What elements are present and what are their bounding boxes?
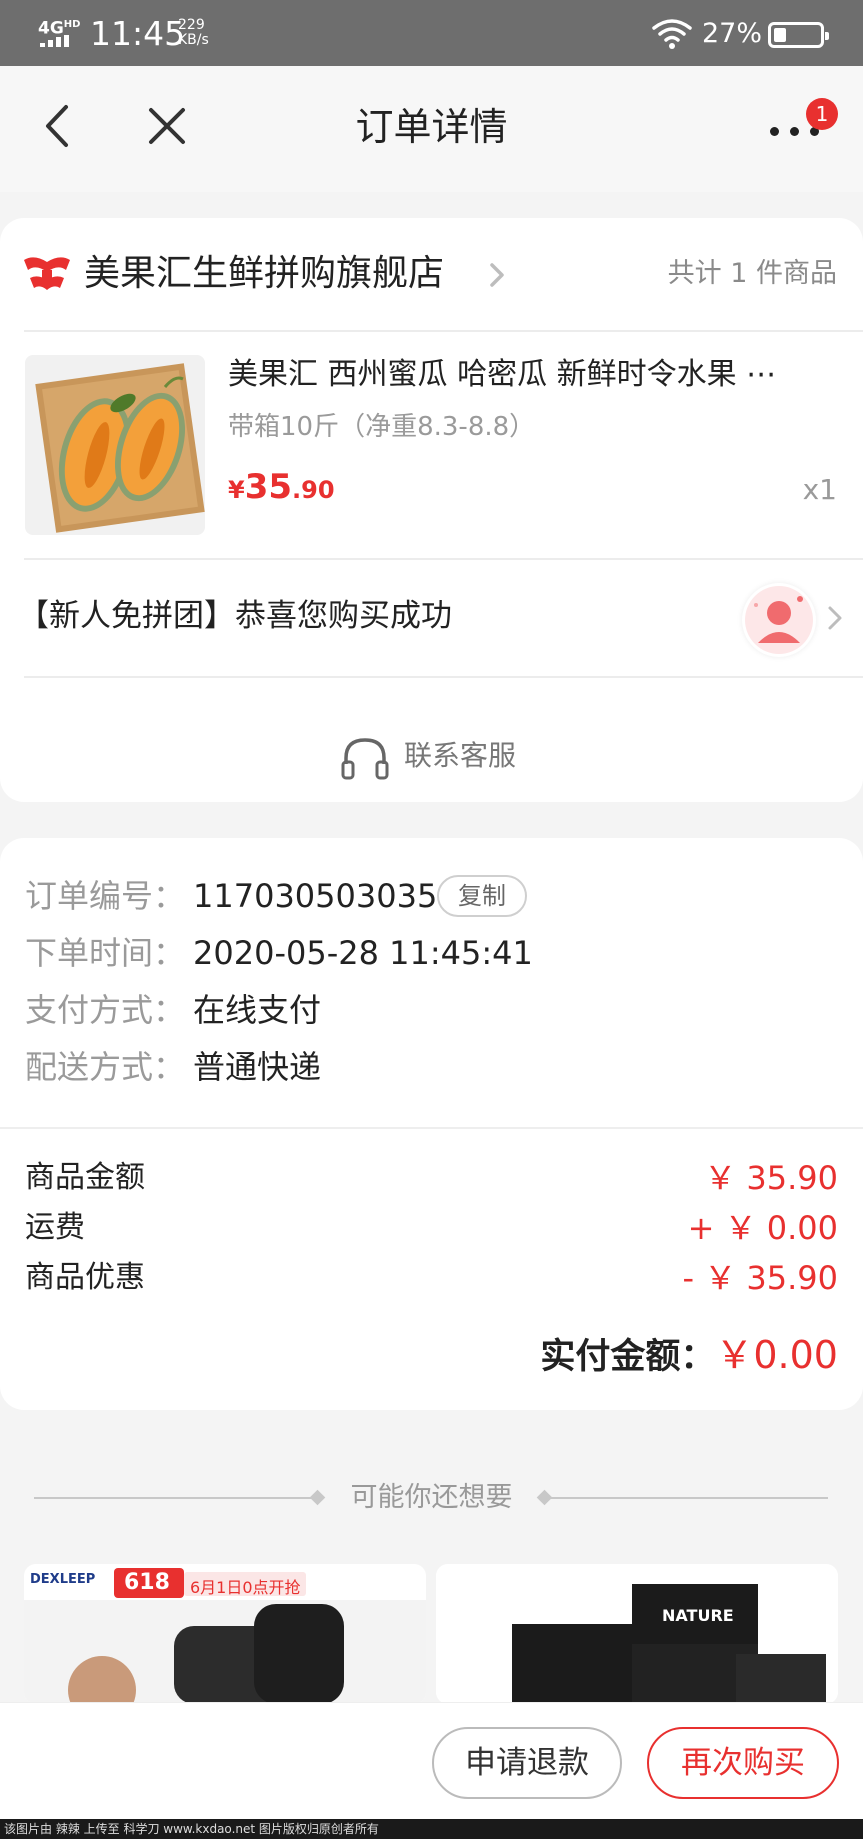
chevron-right-icon[interactable] xyxy=(826,604,844,632)
signal-icon xyxy=(40,35,76,47)
store-header[interactable]: 美果汇生鲜拼购旗舰店 共计 1 件商品 xyxy=(0,218,863,330)
order-goods-card: 美果汇生鲜拼购旗舰店 共计 1 件商品 美果汇 西州蜜瓜 哈密瓜 新鲜时令水果 … xyxy=(0,218,863,802)
divider xyxy=(0,1127,863,1129)
notification-badge: 1 xyxy=(806,98,838,130)
delivery-method: 普通快递 xyxy=(193,1048,322,1086)
product-image[interactable] xyxy=(25,355,205,535)
store-logo xyxy=(24,257,70,290)
page-title: 订单详情 xyxy=(355,105,508,149)
info-label: 订单编号： xyxy=(25,877,186,915)
info-label: 配送方式： xyxy=(25,1048,186,1086)
network-speed: 229 KB/s xyxy=(178,17,209,48)
divider xyxy=(548,1497,828,1499)
divider xyxy=(24,330,863,332)
clock: 11:45 xyxy=(90,14,186,53)
contact-service-button[interactable]: 联系客服 xyxy=(0,712,863,802)
info-label: 下单时间： xyxy=(25,934,186,972)
total-amount: ￥0.00 xyxy=(715,1333,838,1377)
total-label: 实付金额： xyxy=(540,1337,716,1377)
info-label: 支付方式： xyxy=(25,991,186,1029)
shipping-amount: + ￥ 0.00 xyxy=(687,1209,838,1247)
discount-row: 商品优惠 - ￥ 35.90 xyxy=(25,1255,838,1301)
product-price: ¥35.90 xyxy=(228,467,335,507)
payment-method: 在线支付 xyxy=(193,991,322,1029)
battery-icon xyxy=(768,22,829,48)
status-bar: 4GHD 11:45 229 KB/s 27% xyxy=(0,0,863,66)
refund-button[interactable]: 申请退款 xyxy=(432,1727,622,1799)
product-quantity: x1 xyxy=(802,473,837,506)
divider xyxy=(24,558,863,560)
avatar[interactable] xyxy=(742,583,816,657)
order-info-card xyxy=(0,838,863,1410)
chevron-right-icon xyxy=(490,263,504,287)
product-title[interactable]: 美果汇 西州蜜瓜 哈密瓜 新鲜时令水果 ⋯ xyxy=(228,354,838,396)
goods-amount-row: 商品金额 ￥ 35.90 xyxy=(25,1155,838,1201)
copy-button[interactable]: 复制 xyxy=(437,875,527,917)
recommend-item[interactable]: NATURE xyxy=(436,1564,838,1704)
discount-amount: - ￥ 35.90 xyxy=(682,1259,838,1297)
brand-label: NATURE xyxy=(662,1606,734,1625)
item-count: 共计 1 件商品 xyxy=(667,258,837,289)
headset-icon xyxy=(341,738,389,780)
order-number: 117030503035 xyxy=(193,877,438,915)
amount-label: 商品金额 xyxy=(25,1160,145,1195)
amount-label: 商品优惠 xyxy=(25,1260,145,1295)
promo-text: 6月1日0点开抢 xyxy=(190,1578,301,1597)
battery-percent: 27% xyxy=(702,18,763,49)
divider xyxy=(24,676,863,678)
promo-tag: 618 xyxy=(124,1570,170,1595)
brand-label: DEXLEEP xyxy=(30,1572,96,1587)
total-row: 实付金额：￥0.00 xyxy=(25,1328,838,1382)
amount-label: 运费 xyxy=(25,1210,85,1245)
shipping-row: 运费 + ￥ 0.00 xyxy=(25,1205,838,1251)
service-label: 联系客服 xyxy=(404,739,517,772)
store-name: 美果汇生鲜拼购旗舰店 xyxy=(84,253,445,294)
recommend-item[interactable]: DEXLEEP 618 6月1日0点开抢 xyxy=(24,1564,426,1704)
wifi-icon xyxy=(652,19,692,49)
order-time: 2020-05-28 11:45:41 xyxy=(193,934,533,972)
goods-amount: ￥ 35.90 xyxy=(704,1159,838,1197)
rebuy-button[interactable]: 再次购买 xyxy=(647,1727,839,1799)
nav-bar: 订单详情 1 xyxy=(0,66,863,192)
product-spec: 带箱10斤（净重8.3-8.8） xyxy=(228,412,536,442)
watermark-footer: 该图片由 辣辣 上传至 科学刀 www.kxdao.net 图片版权归原创者所有 xyxy=(0,1819,863,1839)
promo-message: 【新人免拼团】恭喜您购买成功 xyxy=(18,598,452,634)
